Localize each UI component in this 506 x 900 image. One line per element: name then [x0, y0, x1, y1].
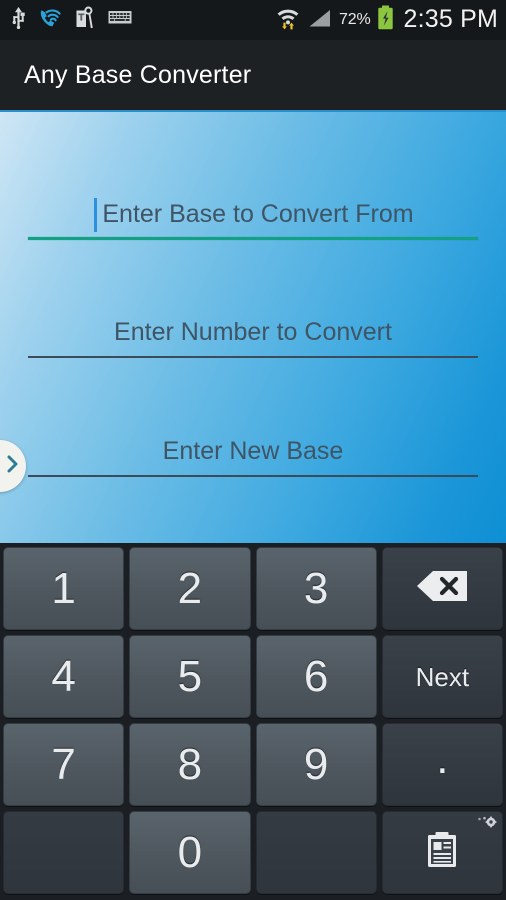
key-8-label: 8: [177, 739, 203, 789]
keyboard-row: 7 8 9 .: [3, 723, 503, 806]
chevron-right-icon: [6, 454, 20, 479]
keyboard-icon: [108, 10, 132, 30]
status-clock: 2:35 PM: [403, 4, 498, 33]
key-5[interactable]: 5: [129, 635, 251, 718]
key-next-label: Next: [415, 661, 470, 692]
key-3-label: 3: [303, 563, 329, 613]
key-5-label: 5: [177, 651, 203, 701]
base-from-underline: [28, 237, 478, 240]
new-base-underline: [28, 475, 478, 477]
tmobile-tag-icon: [74, 6, 96, 35]
key-2[interactable]: 2: [129, 547, 251, 630]
key-7[interactable]: 7: [3, 723, 125, 806]
number-placeholder: Enter Number to Convert: [114, 318, 392, 346]
status-bar-right: 72% 2:35 PM: [276, 0, 498, 40]
keyboard-row: 0: [3, 811, 503, 894]
key-clipboard[interactable]: [381, 811, 503, 894]
key-9-label: 9: [303, 739, 329, 789]
action-bar: Any Base Converter: [0, 40, 506, 112]
phone-screen: 72% 2:35 PM Any Base Converter Enter Bas…: [0, 0, 506, 900]
text-caret: [94, 198, 97, 232]
page-title: Any Base Converter: [24, 60, 252, 89]
number-field[interactable]: Enter Number to Convert: [28, 308, 478, 366]
key-0[interactable]: 0: [129, 811, 251, 894]
wifi-calling-icon: [39, 7, 62, 34]
backspace-icon: [414, 569, 470, 608]
wifi-transfer-icon: [276, 6, 300, 35]
key-7-label: 7: [51, 739, 76, 789]
key-period[interactable]: .: [381, 723, 503, 806]
new-base-field[interactable]: Enter New Base: [28, 427, 478, 485]
key-4-label: 4: [51, 651, 76, 701]
key-blank-left[interactable]: [3, 811, 125, 894]
battery-charging-icon: [377, 5, 394, 35]
key-backspace[interactable]: [381, 547, 503, 630]
key-0-label: 0: [177, 827, 203, 877]
keyboard-row: 4 5 6 Next: [3, 635, 503, 718]
main-content: Enter Base to Convert From Enter Number …: [0, 112, 506, 543]
number-underline: [28, 356, 478, 358]
status-bar-left-icons: [0, 6, 132, 35]
key-1[interactable]: 1: [3, 547, 125, 630]
key-6[interactable]: 6: [255, 635, 377, 718]
key-next[interactable]: Next: [381, 635, 503, 718]
base-from-field[interactable]: Enter Base to Convert From: [28, 190, 478, 248]
key-blank-right[interactable]: [255, 811, 377, 894]
key-period-label: .: [436, 733, 449, 783]
key-8[interactable]: 8: [129, 723, 251, 806]
numeric-keyboard: 1 2 3 4 5 6 Next 7 8 9 . 0: [0, 543, 506, 900]
key-6-label: 6: [303, 651, 329, 701]
new-base-placeholder: Enter New Base: [162, 437, 344, 465]
key-2-label: 2: [177, 563, 203, 613]
cellular-signal-icon: [307, 7, 332, 34]
key-4[interactable]: 4: [3, 635, 125, 718]
gear-icon: [475, 816, 497, 835]
key-3[interactable]: 3: [255, 547, 377, 630]
key-9[interactable]: 9: [255, 723, 377, 806]
battery-percent-label: 72%: [339, 11, 371, 28]
key-1-label: 1: [51, 563, 76, 613]
keyboard-row: 1 2 3: [3, 547, 503, 630]
clipboard-icon: [425, 831, 459, 874]
usb-icon: [10, 6, 27, 34]
status-bar: 72% 2:35 PM: [0, 0, 506, 40]
drawer-handle[interactable]: [0, 440, 26, 492]
